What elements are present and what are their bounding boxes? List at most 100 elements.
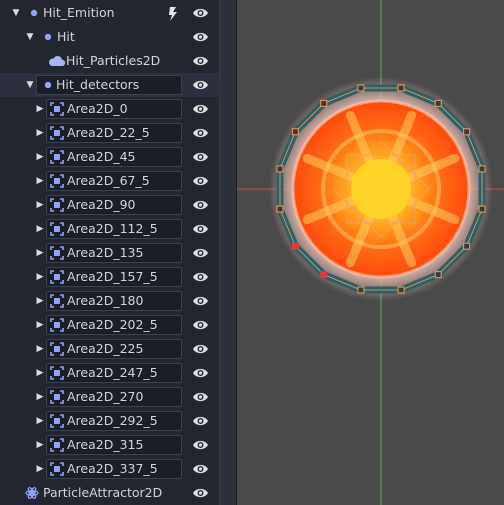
visibility-eye-icon[interactable] [192,55,209,67]
expand-arrow-icon[interactable]: ▶ [35,103,45,115]
tree-node-area2d-270[interactable]: ▶ Area2D_270 [0,385,219,409]
tree-node-area2d-180[interactable]: ▶ Area2D_180 [0,289,219,313]
dot-icon [27,6,41,20]
tree-node-area2d-90[interactable]: ▶ Area2D_90 [0,193,219,217]
node-label: Area2D_90 [67,196,136,212]
tree-node-particleattractor2d[interactable]: ParticleAttractor2D [0,481,219,505]
visibility-eye-icon[interactable] [192,439,209,451]
node-label: Area2D_315 [67,436,144,452]
tree-node-area2d-135[interactable]: ▶ Area2D_135 [0,241,219,265]
node-label: Area2D_337_5 [67,460,158,476]
polygon-handle [478,165,486,173]
visibility-eye-icon[interactable] [192,487,209,499]
expand-arrow-icon[interactable]: ▶ [35,175,45,187]
area2d-icon [50,101,64,116]
polygon-handle [397,286,405,294]
visibility-eye-icon[interactable] [192,295,209,307]
expand-arrow-icon[interactable]: ▶ [35,199,45,211]
expand-arrow-icon[interactable]: ▶ [35,151,45,163]
expand-arrow-icon[interactable]: ▶ [35,367,45,379]
expand-arrow-icon[interactable]: ▶ [35,247,45,259]
node-label: ParticleAttractor2D [43,484,163,500]
polygon-handle [397,84,405,92]
panel-splitter[interactable] [219,0,237,505]
polygon-handle [276,165,284,173]
visibility-eye-icon[interactable] [192,31,209,43]
polygon-handle [320,99,328,107]
visibility-eye-icon[interactable] [192,175,209,187]
node-label: Area2D_225 [67,340,144,356]
tree-node-hit-emition[interactable]: ▼ Hit_Emition [0,1,219,25]
visibility-eye-icon[interactable] [192,415,209,427]
area2d-icon [50,245,64,260]
tree-node-area2d-0[interactable]: ▶ Area2D_0 [0,97,219,121]
tree-node-area2d-45[interactable]: ▶ Area2D_45 [0,145,219,169]
area2d-icon [50,365,64,380]
visibility-eye-icon[interactable] [192,271,209,283]
expand-arrow-icon[interactable]: ▶ [35,391,45,403]
node-label: Hit_Emition [43,4,115,20]
expand-arrow-icon[interactable]: ▶ [35,463,45,475]
tree-node-area2d-315[interactable]: ▶ Area2D_315 [0,433,219,457]
expand-arrow-icon[interactable]: ▶ [35,319,45,331]
expand-arrow-icon[interactable]: ▶ [35,127,45,139]
tree-node-hit[interactable]: ▼ Hit [0,25,219,49]
node-label: Area2D_180 [67,292,144,308]
tree-node-area2d-22-5[interactable]: ▶ Area2D_22_5 [0,121,219,145]
viewport-canvas[interactable] [237,0,504,505]
visibility-eye-icon[interactable] [192,79,209,91]
visibility-eye-icon[interactable] [192,223,209,235]
collapse-arrow-icon[interactable]: ▼ [25,31,35,43]
expand-arrow-icon[interactable]: ▶ [35,415,45,427]
area2d-icon [50,221,64,236]
polygon-handle [463,128,471,136]
visibility-eye-icon[interactable] [192,367,209,379]
area2d-icon [50,173,64,188]
collapse-arrow-icon[interactable]: ▼ [11,7,21,19]
tree-node-area2d-157-5[interactable]: ▶ Area2D_157_5 [0,265,219,289]
tree-node-area2d-292-5[interactable]: ▶ Area2D_292_5 [0,409,219,433]
polygon-handle [291,128,299,136]
visibility-eye-icon[interactable] [192,463,209,475]
tree-node-area2d-225[interactable]: ▶ Area2D_225 [0,337,219,361]
expand-arrow-icon[interactable]: ▶ [35,295,45,307]
dot-icon [41,78,55,92]
tree-node-area2d-112-5[interactable]: ▶ Area2D_112_5 [0,217,219,241]
expand-arrow-icon[interactable]: ▶ [35,271,45,283]
node-label: Hit_Particles2D [66,52,161,68]
dot-icon [41,30,55,44]
area2d-icon [50,293,64,308]
visibility-eye-icon[interactable] [192,199,209,211]
collapse-arrow-icon[interactable]: ▼ [25,79,35,91]
node-label: Area2D_67_5 [67,172,150,188]
tree-node-area2d-67-5[interactable]: ▶ Area2D_67_5 [0,169,219,193]
expand-arrow-icon[interactable]: ▶ [35,223,45,235]
polygon-handle [463,242,471,250]
viewport-2d[interactable] [237,0,504,505]
visibility-eye-icon[interactable] [192,391,209,403]
expand-arrow-icon[interactable]: ▶ [35,343,45,355]
polygon-handle [478,205,486,213]
visibility-eye-icon[interactable] [192,7,209,19]
visibility-eye-icon[interactable] [192,103,209,115]
node-label: Area2D_45 [67,148,136,164]
area2d-icon [50,149,64,164]
visibility-eye-icon[interactable] [192,319,209,331]
polygon-handle [320,271,328,279]
node-label: Area2D_157_5 [67,268,158,284]
scene-tree-panel: ▼ Hit_Emition ▼ Hit Hit_Particles2D ▼ Hit_dete… [0,0,219,505]
tree-node-area2d-202-5[interactable]: ▶ Area2D_202_5 [0,313,219,337]
expand-arrow-icon[interactable]: ▶ [35,439,45,451]
node-label: Area2D_135 [67,244,144,260]
tree-node-area2d-337-5[interactable]: ▶ Area2D_337_5 [0,457,219,481]
visibility-eye-icon[interactable] [192,343,209,355]
tree-node-hit-detectors[interactable]: ▼ Hit_detectors [0,72,219,97]
tree-node-hit-particles2d[interactable]: Hit_Particles2D [0,49,219,73]
node-label: Area2D_0 [67,100,128,116]
script-icon[interactable] [166,6,180,21]
visibility-eye-icon[interactable] [192,151,209,163]
visibility-eye-icon[interactable] [192,247,209,259]
polygon-handle [357,286,365,294]
tree-node-area2d-247-5[interactable]: ▶ Area2D_247_5 [0,361,219,385]
visibility-eye-icon[interactable] [192,127,209,139]
